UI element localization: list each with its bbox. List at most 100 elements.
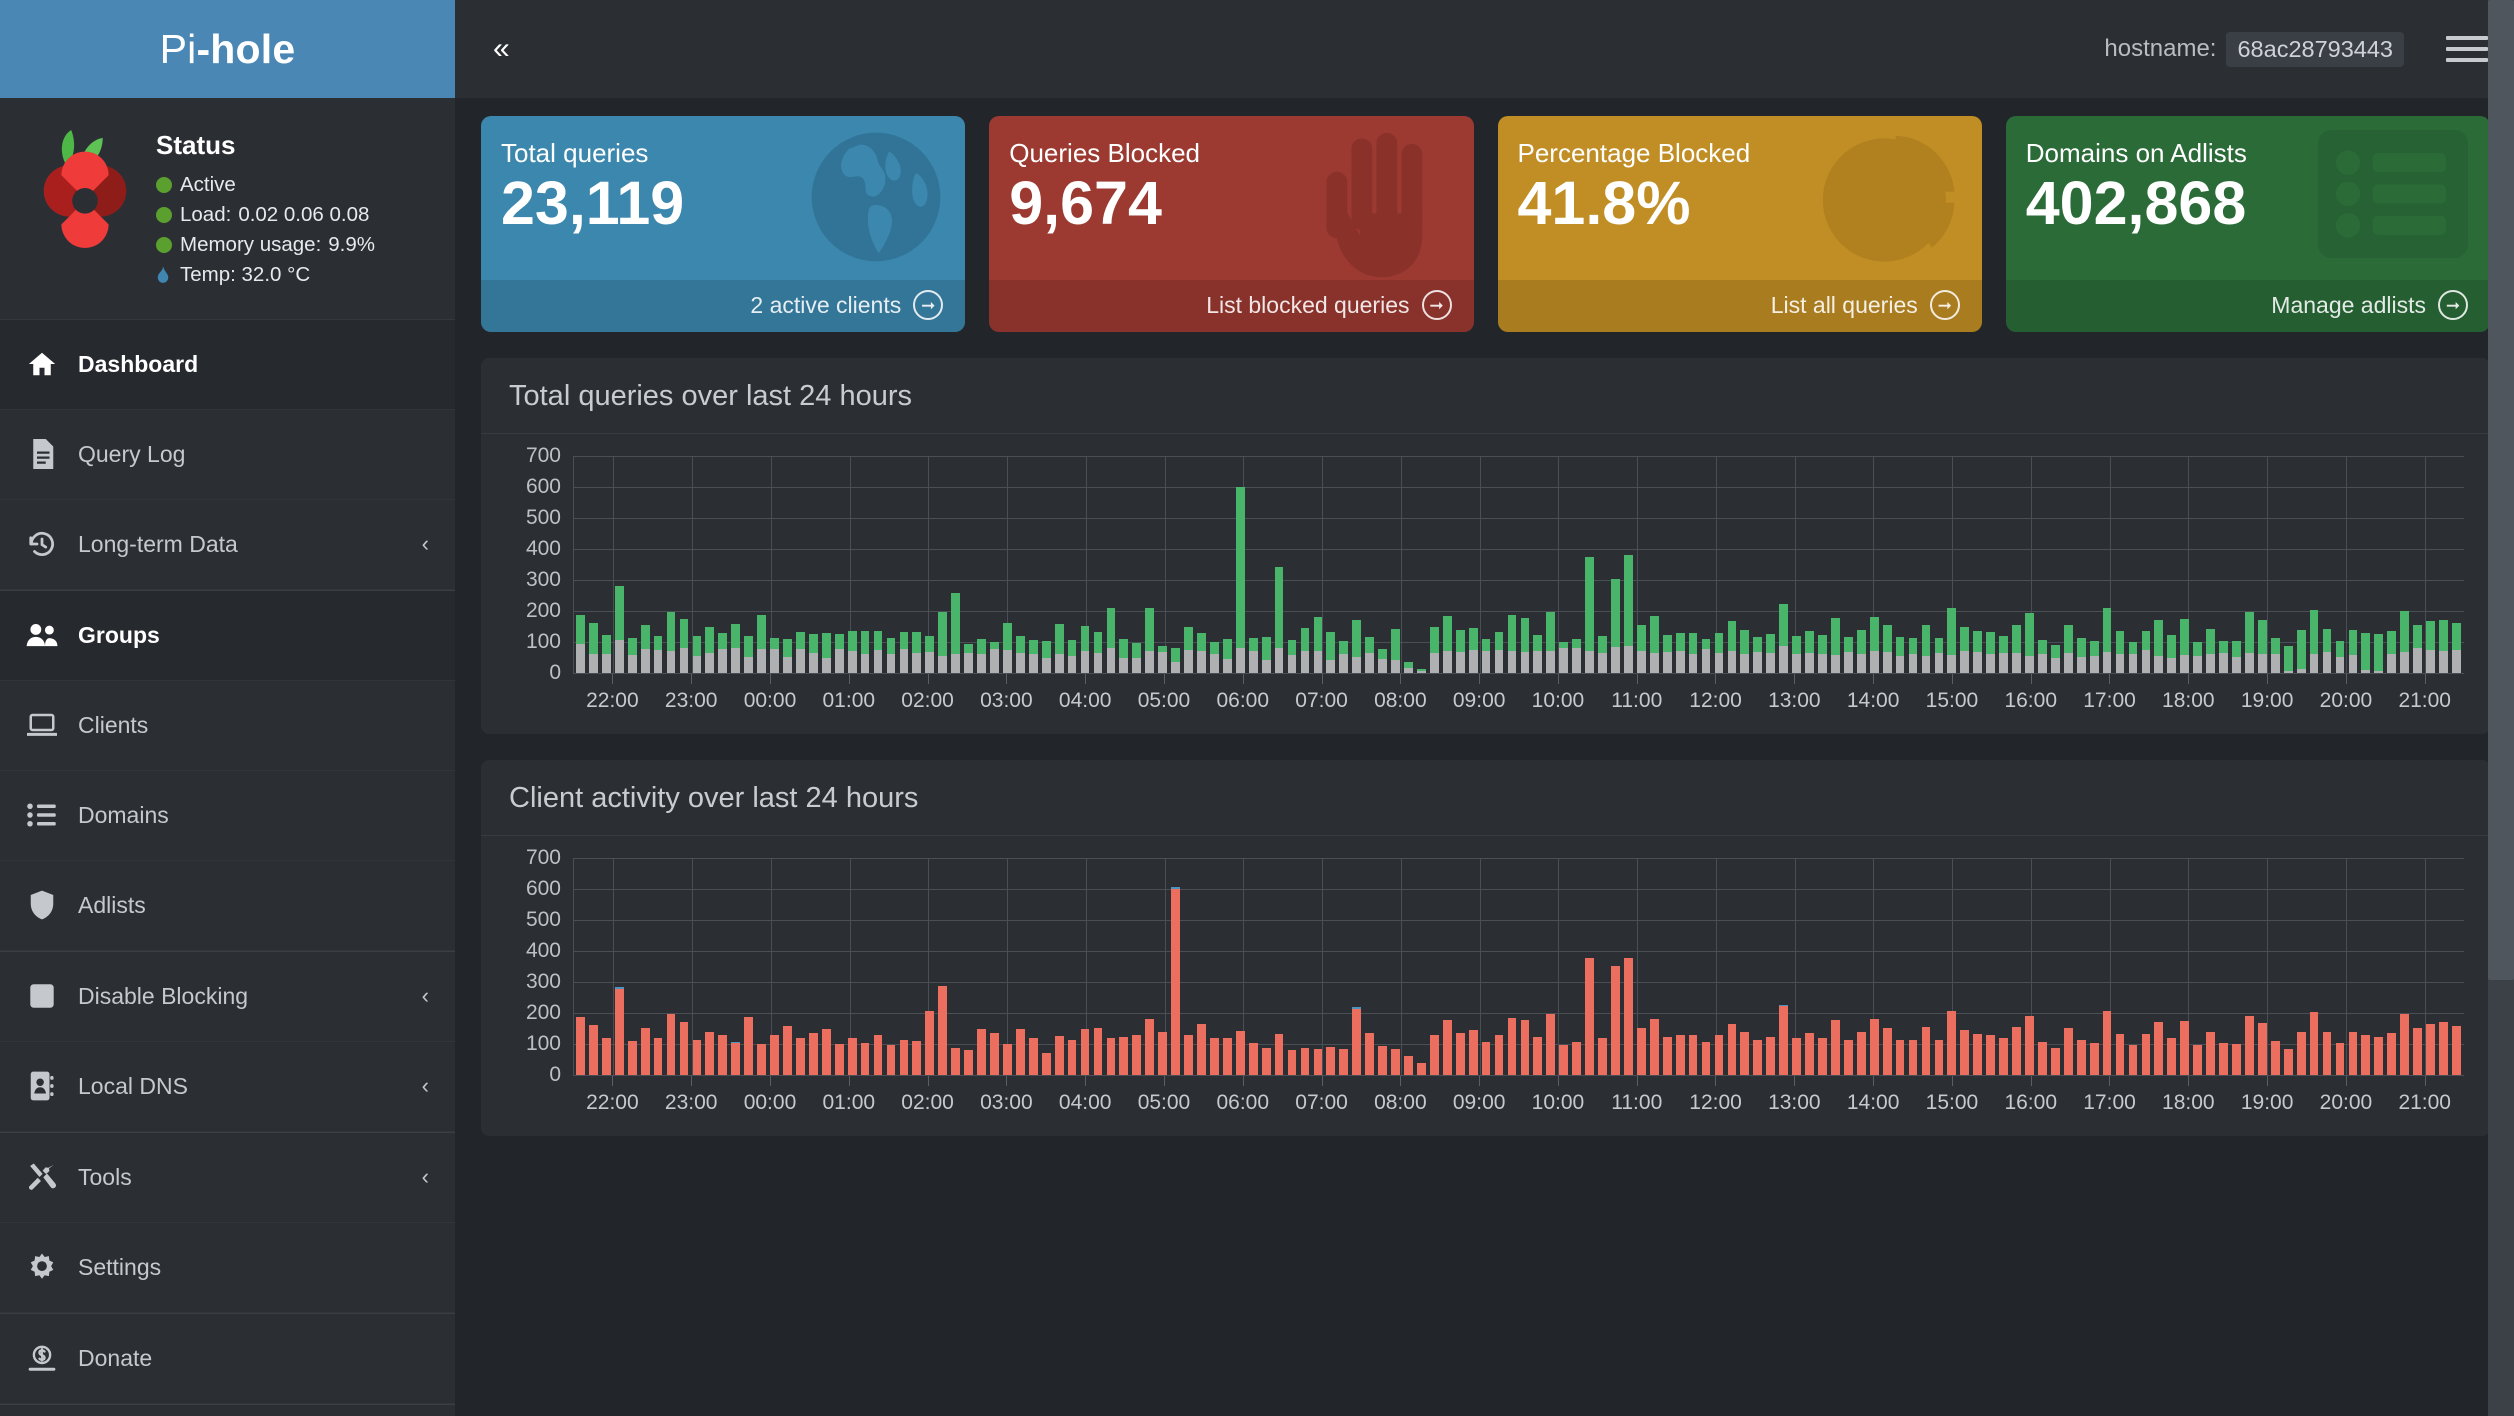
stacked-bar[interactable] [1740, 1032, 1750, 1075]
stacked-bar[interactable] [2322, 628, 2332, 673]
stacked-bar[interactable] [1378, 1046, 1387, 1075]
sidebar-collapse-icon[interactable]: « [493, 32, 510, 66]
stacked-bar[interactable] [2038, 639, 2047, 673]
stacked-bar[interactable] [1947, 607, 1957, 673]
stacked-bar[interactable] [1468, 627, 1478, 673]
stacked-bar[interactable] [2426, 620, 2435, 673]
stacked-bar[interactable] [1015, 636, 1025, 673]
stacked-bar[interactable] [2232, 641, 2241, 673]
stacked-bar[interactable] [2038, 1042, 2047, 1075]
stacked-bar[interactable] [2089, 640, 2099, 673]
stacked-bar[interactable] [1895, 637, 1905, 673]
stacked-bar[interactable] [912, 1040, 922, 1075]
stacked-bar[interactable] [1546, 611, 1556, 673]
stacked-bar[interactable] [1365, 636, 1375, 673]
stacked-bar[interactable] [653, 635, 663, 673]
stacked-bar[interactable] [1067, 1040, 1077, 1075]
stacked-bar[interactable] [1080, 1029, 1090, 1075]
stacked-bar[interactable] [1106, 607, 1116, 673]
stacked-bar[interactable] [2296, 1032, 2306, 1075]
stacked-bar[interactable] [1028, 1038, 1038, 1075]
stacked-bar[interactable] [1792, 635, 1801, 673]
stacked-bar[interactable] [899, 1039, 909, 1075]
stacked-bar[interactable] [1714, 632, 1724, 673]
stacked-bar[interactable] [653, 1038, 663, 1075]
stacked-bar[interactable] [1533, 1036, 1543, 1075]
stacked-bar[interactable] [2257, 1022, 2267, 1075]
stacked-bar[interactable] [1184, 626, 1193, 673]
stacked-bar[interactable] [1507, 1017, 1517, 1075]
stacked-bar[interactable] [718, 632, 728, 673]
stacked-bar[interactable] [1636, 625, 1646, 673]
stacked-bar[interactable] [1947, 1010, 1957, 1075]
page-scrollbar-thumb[interactable] [2488, 0, 2514, 980]
stacked-bar[interactable] [1404, 1055, 1413, 1075]
stacked-bar[interactable] [1313, 617, 1323, 673]
stacked-bar[interactable] [1999, 635, 2008, 673]
stacked-bar[interactable] [834, 633, 844, 673]
stacked-bar[interactable] [1080, 625, 1090, 673]
stacked-bar[interactable] [1779, 603, 1789, 673]
stacked-bar[interactable] [886, 637, 896, 673]
stacked-bar[interactable] [1235, 487, 1245, 673]
stacked-bar[interactable] [2012, 624, 2021, 673]
stacked-bar[interactable] [1662, 634, 1672, 673]
sidebar-item-tools[interactable]: Tools ‹ [0, 1133, 455, 1223]
stacked-bar[interactable] [1274, 1034, 1284, 1075]
stacked-bar[interactable] [1274, 566, 1284, 673]
stacked-bar[interactable] [2348, 1032, 2358, 1075]
stacked-bar[interactable] [1766, 633, 1776, 673]
sidebar-item-query-log[interactable]: Query Log [0, 410, 455, 500]
stacked-bar[interactable] [2076, 637, 2086, 673]
stacked-bar[interactable] [1986, 632, 1996, 673]
stacked-bar[interactable] [1481, 1041, 1491, 1075]
stacked-bar[interactable] [1908, 637, 1918, 673]
stacked-bar[interactable] [1636, 1027, 1646, 1075]
stacked-bar[interactable] [2219, 640, 2228, 673]
stacked-bar[interactable] [834, 1044, 844, 1075]
stacked-bar[interactable] [2439, 1022, 2448, 1075]
stacked-bar[interactable] [1856, 1032, 1866, 1075]
stacked-bar[interactable] [2387, 630, 2397, 673]
stacked-bar[interactable] [1171, 647, 1180, 673]
stacked-bar[interactable] [899, 632, 909, 673]
stacked-bar[interactable] [1986, 1034, 1996, 1075]
stacked-bar[interactable] [1197, 1023, 1206, 1075]
stacked-bar[interactable] [2400, 611, 2410, 673]
stacked-bar[interactable] [1559, 642, 1569, 673]
stacked-bar[interactable] [2245, 1016, 2254, 1075]
stacked-bar[interactable] [589, 1025, 598, 1075]
stacked-bar[interactable] [679, 619, 689, 673]
stacked-bar[interactable] [925, 1010, 935, 1075]
stacked-bar[interactable] [873, 631, 883, 673]
stacked-bar[interactable] [1404, 661, 1413, 673]
stacked-bar[interactable] [964, 643, 973, 673]
stacked-bar[interactable] [1675, 632, 1685, 673]
stacked-bar[interactable] [692, 636, 702, 673]
stacked-bar[interactable] [1054, 1035, 1064, 1075]
stacked-bar[interactable] [1598, 635, 1607, 673]
stacked-bar[interactable] [1843, 1039, 1853, 1075]
stacked-bar[interactable] [2115, 1034, 2125, 1075]
stacked-bar[interactable] [1391, 629, 1400, 673]
stacked-bar[interactable] [1611, 578, 1620, 673]
stacked-bar[interactable] [601, 1037, 611, 1075]
stacked-bar[interactable] [1624, 554, 1633, 673]
stacked-bar[interactable] [2141, 631, 2151, 673]
stacked-bar[interactable] [2050, 645, 2060, 673]
stacked-bar[interactable] [1701, 1041, 1711, 1075]
stacked-bar[interactable] [2232, 1044, 2241, 1075]
stacked-bar[interactable] [679, 1021, 689, 1075]
chevron-left-icon[interactable]: ‹ [422, 531, 429, 557]
stacked-bar[interactable] [1688, 1035, 1698, 1075]
stacked-bar[interactable] [1378, 649, 1387, 673]
stacked-bar[interactable] [808, 1033, 818, 1075]
stacked-bar[interactable] [1869, 616, 1879, 673]
stacked-bar[interactable] [2270, 1040, 2280, 1075]
stacked-bar[interactable] [1145, 607, 1155, 673]
stacked-bar[interactable] [2335, 1042, 2345, 1075]
stacked-bar[interactable] [1028, 639, 1038, 673]
stacked-bar[interactable] [1805, 631, 1814, 673]
stacked-bar[interactable] [1339, 641, 1349, 673]
stacked-bar[interactable] [1067, 640, 1077, 673]
